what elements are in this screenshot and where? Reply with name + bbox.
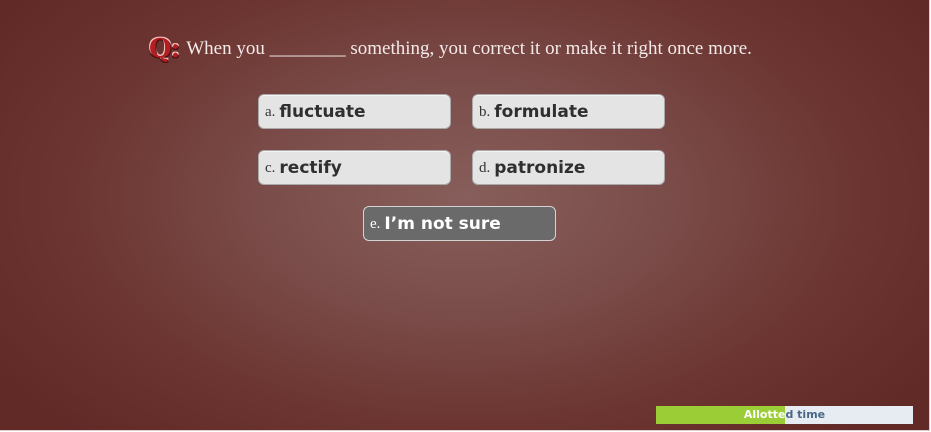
answer-word: I’m not sure xyxy=(384,213,501,234)
answer-option-not-sure[interactable]: e. I’m not sure xyxy=(363,206,556,241)
answer-word: fluctuate xyxy=(279,101,366,122)
answer-option-d[interactable]: d. patronize xyxy=(472,150,665,185)
question-text: When you ________ something, you correct… xyxy=(186,38,752,59)
answer-letter: e. xyxy=(370,216,381,232)
answer-option-b[interactable]: b. formulate xyxy=(472,94,665,129)
question: Q: When you ________ something, you corr… xyxy=(149,32,752,66)
answer-word: rectify xyxy=(279,157,342,178)
answer-letter: d. xyxy=(479,160,491,176)
allotted-time-bar: Allotted time Allotted time xyxy=(656,406,913,424)
answer-letter: c. xyxy=(265,160,276,176)
answer-letter: b. xyxy=(479,104,491,120)
answer-letter: a. xyxy=(265,104,276,120)
allotted-time-label-on-fill: Allotted time xyxy=(743,408,785,421)
quiz-stage: Q: When you ________ something, you corr… xyxy=(0,0,930,431)
answer-option-a[interactable]: a. fluctuate xyxy=(258,94,451,129)
answer-option-c[interactable]: c. rectify xyxy=(258,150,451,185)
question-marker: Q: xyxy=(149,34,180,64)
answer-word: formulate xyxy=(494,101,589,122)
answer-word: patronize xyxy=(494,157,586,178)
allotted-time-label-overlay: Allotted time xyxy=(656,406,785,424)
